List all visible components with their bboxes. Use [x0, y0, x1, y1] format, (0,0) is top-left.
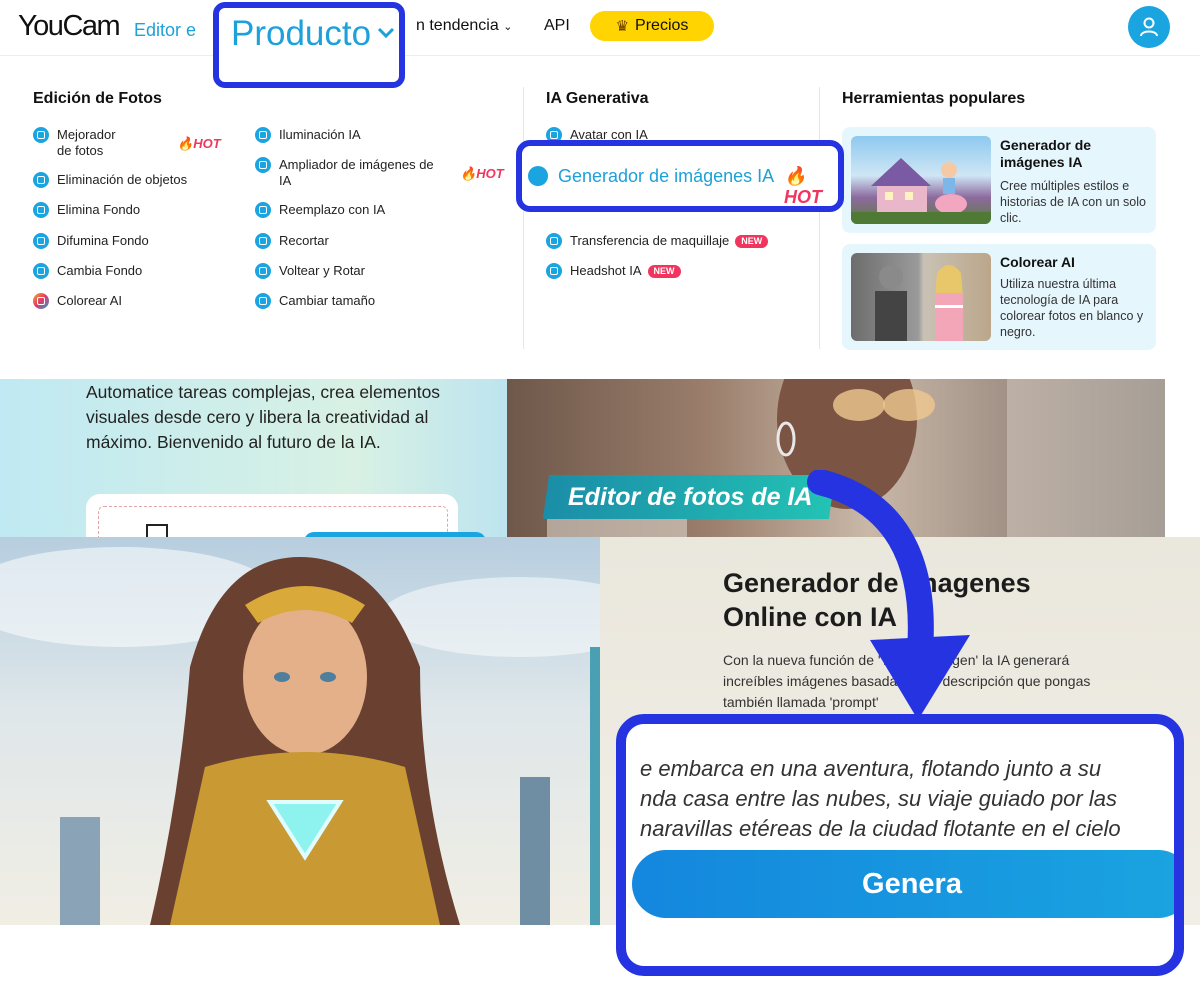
blur-icon — [33, 233, 49, 249]
logo[interactable]: YouCam — [18, 10, 121, 43]
crop-icon — [255, 233, 271, 249]
crown-icon: ♛ — [615, 18, 630, 35]
card-description: Utiliza nuestra última tecnología de IA … — [1000, 277, 1144, 339]
menu-item-change-background[interactable]: Cambia Fondo — [33, 263, 142, 279]
menu-item-label: Colorear AI — [57, 293, 123, 308]
prompt-line: naravillas etéreas de la ciudad flotante… — [640, 816, 1121, 841]
resize-icon — [255, 293, 271, 309]
user-avatar-button[interactable] — [1128, 6, 1170, 48]
palette-icon — [33, 293, 49, 309]
hot-badge: 🔥HOT — [177, 136, 221, 151]
card-ai-image-generator[interactable]: Generador de imágenes IA Cree múltiples … — [842, 127, 1156, 233]
nav-trending[interactable]: n tendencia ⌄ — [416, 17, 512, 35]
column-divider — [523, 87, 524, 349]
colorized-kids-image — [851, 253, 991, 341]
menu-item-remove-background[interactable]: Elimina Fondo — [33, 202, 140, 218]
pricing-button[interactable]: ♛ Precios — [590, 11, 714, 41]
menu-item-crop[interactable]: Recortar — [255, 233, 329, 249]
background-icon — [33, 263, 49, 279]
top-nav: YouCam Editor e n tendencia ⌄ API ♛ Prec… — [0, 0, 1200, 56]
cutout-icon — [33, 202, 49, 218]
menu-item-ai-image-generator-highlight[interactable]: Generador de imágenes IA 🔥HOT — [516, 140, 844, 212]
hot-badge: 🔥HOT — [460, 166, 504, 181]
hot-label: HOT — [784, 187, 822, 207]
logo-subtitle[interactable]: Editor e — [134, 20, 196, 41]
replace-icon — [255, 202, 271, 218]
card-title: Generador de imágenes IA — [1000, 137, 1092, 170]
menu-item-label: Iluminación IA — [279, 127, 361, 142]
curved-arrow-icon — [807, 470, 970, 720]
menu-item-label: Cambia Fondo — [57, 263, 143, 278]
col-title-generative-ai: IA Generativa — [546, 90, 649, 107]
hot-label: HOT — [193, 136, 221, 151]
menu-item-label: Mejorador de fotos — [57, 127, 116, 158]
new-badge: NEW — [647, 265, 681, 279]
menu-item-photo-enhancer[interactable]: Mejorador de fotos — [33, 127, 123, 159]
prompt-panel-highlight: e embarca en una aventura, flotando junt… — [616, 714, 1184, 976]
menu-item-ai-lighting[interactable]: Iluminación IA — [255, 127, 361, 143]
producto-label: Producto — [231, 14, 372, 53]
menu-item-flip-rotate[interactable]: Voltear y Rotar — [255, 263, 365, 279]
makeup-icon — [546, 233, 562, 249]
column-divider — [819, 87, 820, 349]
rotate-icon — [255, 263, 271, 279]
nav-api[interactable]: API — [544, 17, 570, 35]
menu-item-label: Headshot IA — [570, 263, 642, 278]
menu-item-resize[interactable]: Cambiar tamaño — [255, 293, 375, 309]
chevron-down-icon — [377, 27, 395, 39]
headshot-icon — [546, 263, 562, 279]
photo-editor-banner-text: Editor de fotos de IA — [568, 483, 813, 511]
menu-item-label: Elimina Fondo — [57, 202, 141, 217]
lightbulb-icon — [255, 127, 271, 143]
file-icon — [146, 524, 168, 538]
menu-item-colorize[interactable]: Colorear AI — [33, 293, 122, 309]
hero-description: Automatice tareas complejas, crea elemen… — [86, 382, 441, 452]
menu-item-label: Generador de imágenes IA — [558, 165, 775, 186]
eraser-icon — [33, 172, 49, 188]
menu-item-label: Recortar — [279, 233, 329, 248]
menu-item-label: Cambiar tamaño — [279, 293, 376, 308]
upscale-icon — [255, 157, 271, 173]
chevron-down-icon: ⌄ — [503, 21, 513, 33]
menu-item-blur-background[interactable]: Difumina Fondo — [33, 233, 149, 249]
card-description: Cree múltiples estilos e historias de IA… — [1000, 179, 1146, 225]
prompt-line: nda casa entre las nubes, su viaje guiad… — [640, 786, 1117, 811]
producto-mega-menu: Edición de Fotos Mejorador de fotos 🔥HOT… — [0, 57, 1200, 379]
card-colorize-ai[interactable]: Colorear AI Utiliza nuestra última tecno… — [842, 244, 1156, 350]
enhance-icon — [33, 127, 49, 143]
generate-button[interactable]: Genera — [632, 850, 1174, 918]
menu-item-ai-headshot[interactable]: Headshot IA NEW — [546, 263, 681, 279]
menu-item-makeup-transfer[interactable]: Transferencia de maquillaje NEW — [546, 233, 769, 249]
menu-item-label: Transferencia de maquillaje — [570, 233, 730, 248]
card-title: Colorear AI — [1000, 254, 1075, 270]
prompt-textarea[interactable]: e embarca en una aventura, flotando junt… — [640, 754, 1174, 844]
image-generator-icon — [528, 166, 548, 186]
prompt-line: e embarca en una aventura, flotando junt… — [640, 756, 1102, 781]
menu-item-label: Ampliador de imágenes de IA — [279, 157, 434, 188]
menu-item-image-upscaler[interactable]: Ampliador de imágenes de IA — [255, 157, 445, 189]
pricing-label: Precios — [635, 17, 689, 34]
menu-item-ai-replace[interactable]: Reemplazo con IA — [255, 202, 385, 218]
menu-item-object-removal[interactable]: Eliminación de objetos — [33, 172, 187, 188]
col-title-popular-tools: Herramientas populares — [842, 90, 1026, 107]
menu-item-label: Eliminación de objetos — [57, 172, 188, 187]
col-title-photo-editing: Edición de Fotos — [33, 90, 162, 107]
user-icon — [1140, 17, 1158, 37]
menu-item-label: Voltear y Rotar — [279, 263, 365, 278]
hot-label: HOT — [476, 166, 504, 181]
new-badge: NEW — [735, 235, 769, 249]
menu-item-label: Difumina Fondo — [57, 233, 149, 248]
menu-item-label: Reemplazo con IA — [279, 202, 386, 217]
nav-trending-label: n tendencia — [416, 17, 499, 34]
producto-menu-highlight[interactable]: Producto — [213, 2, 405, 88]
fantasy-house-image — [851, 136, 991, 224]
hot-badge: 🔥HOT — [784, 166, 822, 207]
